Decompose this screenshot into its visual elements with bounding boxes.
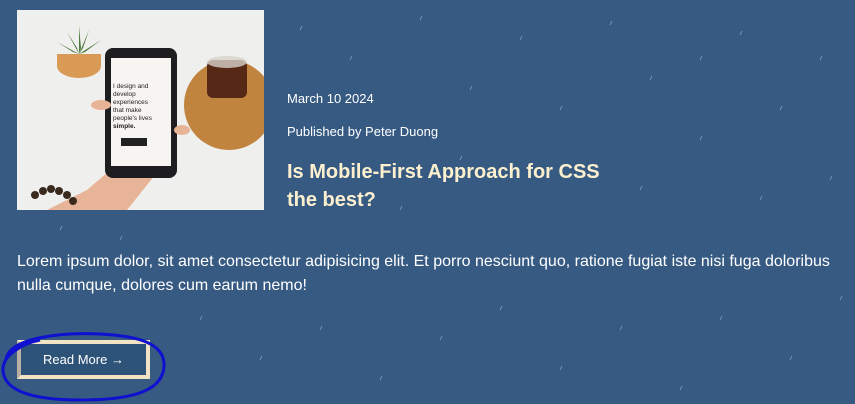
post-author: Published by Peter Duong	[287, 124, 439, 139]
phone-screen-line: develop	[113, 91, 136, 98]
phone-screen-line: I design and	[113, 83, 149, 90]
read-more-label: Read More →	[43, 352, 124, 367]
post-title[interactable]: Is Mobile-First Approach for CSS the bes…	[287, 158, 617, 214]
post-excerpt: Lorem ipsum dolor, sit amet consectetur …	[17, 253, 830, 294]
blog-post-card: I design and develop experiences that ma…	[0, 0, 855, 404]
phone-screen-line: people's lives	[113, 115, 153, 122]
read-more-button[interactable]: Read More →	[17, 340, 150, 379]
post-thumbnail[interactable]: I design and develop experiences that ma…	[17, 10, 264, 210]
post-date: March 10 2024	[287, 91, 374, 106]
phone-screen-line: that make	[113, 107, 142, 114]
phone-in-hand-photo: I design and develop experiences that ma…	[17, 10, 264, 210]
phone-screen-line: simple.	[113, 123, 136, 130]
phone-screen-line: experiences	[113, 99, 149, 106]
